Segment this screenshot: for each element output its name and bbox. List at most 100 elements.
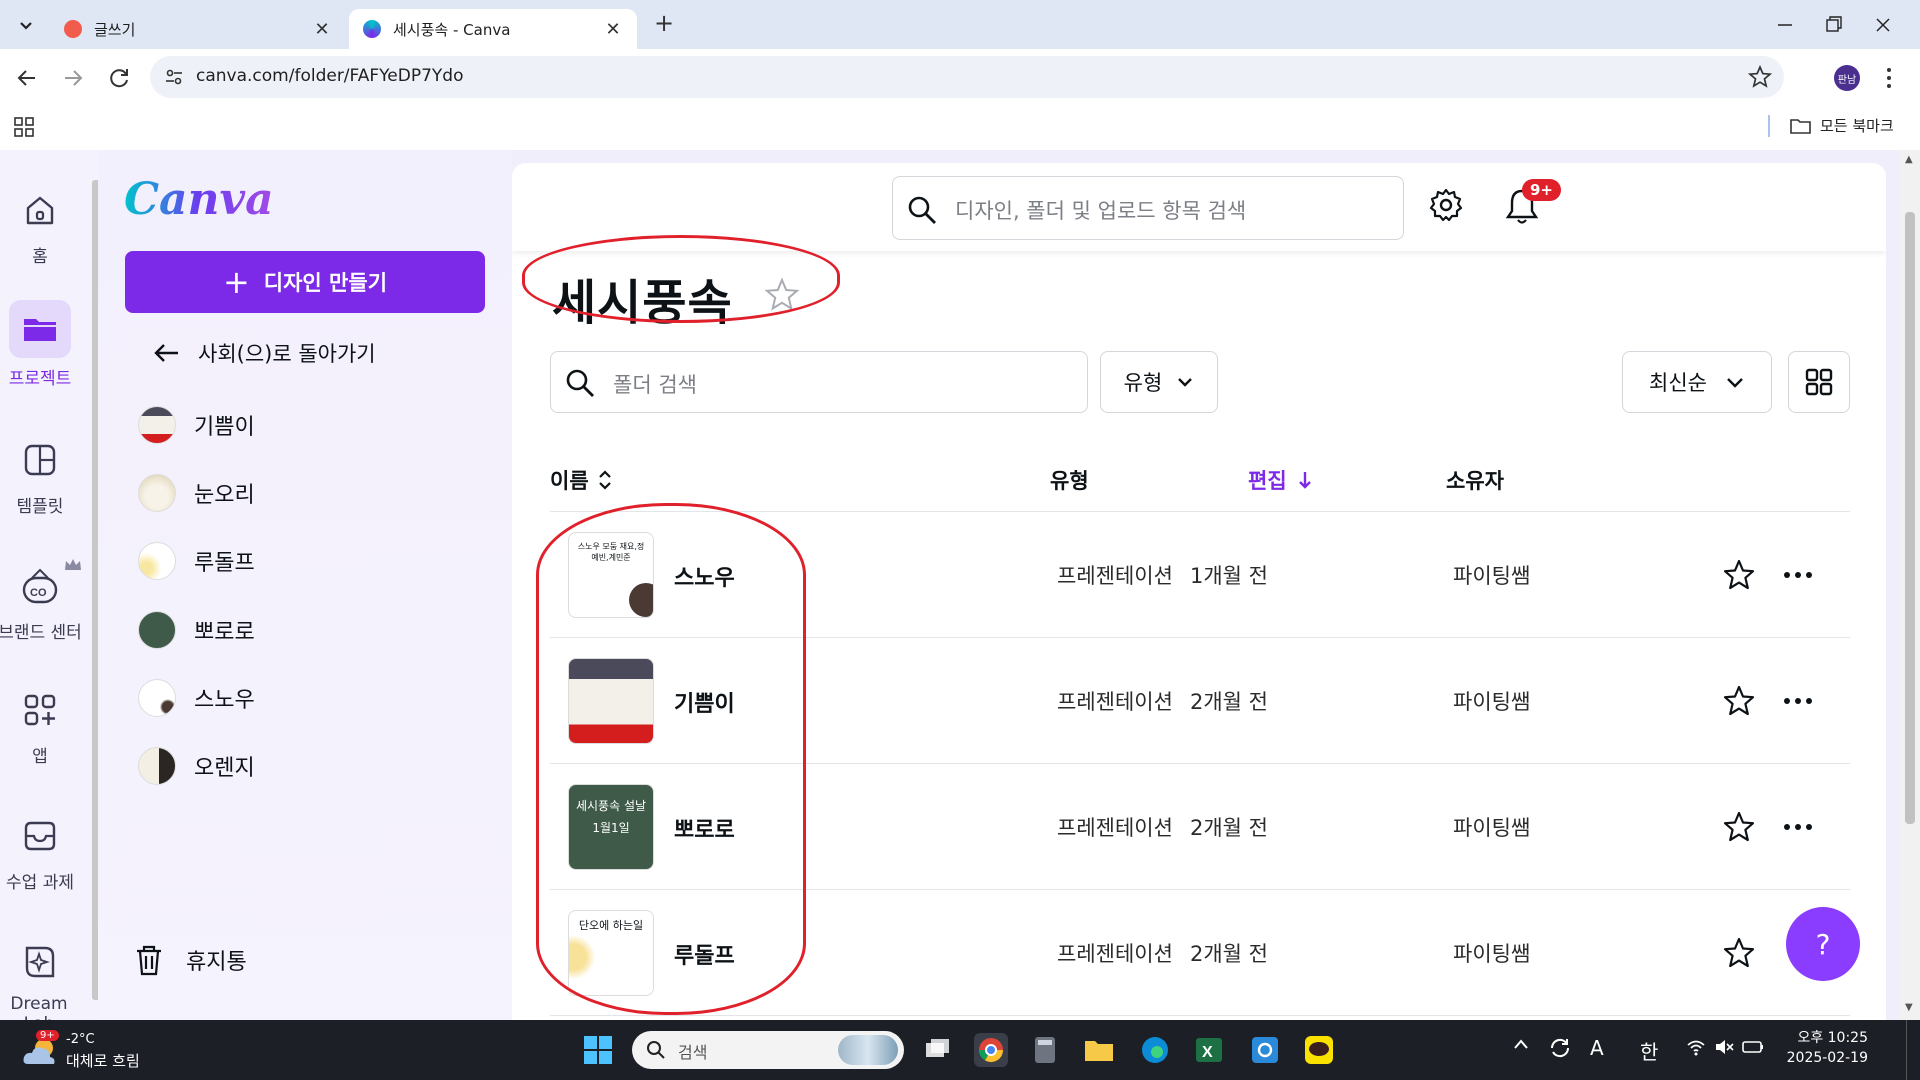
tab-search-button[interactable] <box>12 12 40 40</box>
side-item-gippeumi[interactable]: 기쁨이 <box>138 403 255 447</box>
side-item-pororo[interactable]: 뽀로로 <box>138 608 255 652</box>
chrome-icon <box>979 1038 1003 1063</box>
back-label: 사회(으)로 돌아가기 <box>198 342 376 366</box>
canva-app: 홈 프로젝트 템플릿 CO 브랜드 센터 앱 수업 과제 Dream Lab <box>0 150 1920 1034</box>
dreamlab-icon <box>25 946 55 978</box>
scroll-up-arrow[interactable]: ▲ <box>1905 154 1913 165</box>
star-outline-icon[interactable] <box>1722 684 1756 718</box>
back-button[interactable] <box>14 65 40 91</box>
more-options-icon[interactable] <box>1782 814 1814 840</box>
calculator-app[interactable] <box>1028 1033 1062 1067</box>
rail-item-assignments[interactable]: 수업 과제 <box>0 810 82 893</box>
taskview-app[interactable] <box>920 1033 954 1067</box>
side-item-snow[interactable]: 스노우 <box>138 676 255 720</box>
folder-search-input[interactable]: 폴더 검색 <box>550 351 1088 413</box>
close-window-button[interactable] <box>1868 10 1898 40</box>
notification-badge: 9+ <box>1522 179 1562 201</box>
tray-overflow-button[interactable] <box>1512 1038 1530 1050</box>
canva-favicon-icon <box>363 20 381 38</box>
apps-shortcut[interactable] <box>14 117 34 137</box>
minimize-button[interactable] <box>1770 10 1800 40</box>
notifications-button[interactable]: 9+ <box>1504 179 1562 225</box>
design-type: 프레젠테이션 <box>1057 942 1173 966</box>
grid-view-toggle[interactable] <box>1788 351 1850 413</box>
canva-logo[interactable]: Canva <box>124 174 274 225</box>
star-outline-icon[interactable] <box>1722 810 1756 844</box>
profile-avatar[interactable]: 판남 <box>1834 65 1860 91</box>
chevron-down-icon <box>1178 378 1193 387</box>
more-options-icon[interactable] <box>1782 688 1814 714</box>
weather-widget[interactable]: 9+ -2°C 대체로 흐림 <box>22 1030 152 1072</box>
rail-item-home[interactable]: 홈 <box>0 184 80 267</box>
network-volume-battery[interactable] <box>1686 1038 1764 1056</box>
edge-app[interactable] <box>1138 1033 1172 1067</box>
rail-item-brand[interactable]: CO 브랜드 센터 <box>0 559 88 643</box>
help-button[interactable]: ? <box>1786 907 1860 981</box>
rail-item-apps[interactable]: 앱 <box>0 684 80 767</box>
forward-button[interactable] <box>60 65 86 91</box>
side-item-label: 오렌지 <box>194 756 255 781</box>
kakaotalk-app[interactable] <box>1302 1033 1336 1067</box>
owner-name: 파이팅쌤 <box>1453 690 1531 714</box>
owner-name: 파이팅쌤 <box>1453 942 1531 966</box>
ime-mode-han[interactable]: 한 <box>1640 1036 1658 1065</box>
trash-link[interactable]: 휴지통 <box>134 944 247 976</box>
omnibox[interactable]: canva.com/folder/FAFYeDP7Ydo <box>150 56 1784 98</box>
design-type: 프레젠테이션 <box>1057 690 1173 714</box>
side-item-orange[interactable]: 오렌지 <box>138 744 255 788</box>
rail-item-templates[interactable]: 템플릿 <box>0 434 80 517</box>
side-item-nunori[interactable]: 눈오리 <box>138 471 255 515</box>
rail-label: 홈 <box>32 247 48 267</box>
tab-writing[interactable]: 글쓰기 ✕ <box>50 9 346 49</box>
hwp-app[interactable] <box>1248 1033 1282 1067</box>
column-header-type[interactable]: 유형 <box>1050 465 1089 495</box>
ime-mode-a[interactable]: A <box>1590 1036 1604 1060</box>
clock-time: 오후 10:25 <box>1797 1030 1868 1046</box>
type-filter-dropdown[interactable]: 유형 <box>1100 351 1218 413</box>
new-tab-button[interactable]: + <box>652 11 676 36</box>
site-settings-icon[interactable] <box>164 67 184 87</box>
show-desktop-button[interactable] <box>1906 1020 1920 1080</box>
side-item-label: 눈오리 <box>194 483 255 508</box>
all-bookmarks-button[interactable]: 모든 북마크 <box>1790 115 1894 136</box>
create-design-label: 디자인 만들기 <box>263 271 388 295</box>
tab-canva[interactable]: 세시풍속 - Canva ✕ <box>349 9 637 49</box>
design-type: 프레젠테이션 <box>1057 816 1173 840</box>
scroll-down-arrow[interactable]: ▼ <box>1905 1002 1913 1013</box>
star-outline-icon[interactable] <box>1722 936 1756 970</box>
rail-label: 앱 <box>32 747 48 767</box>
back-to-folder-link[interactable]: 사회(으)로 돌아가기 <box>152 338 376 368</box>
browser-menu-button[interactable] <box>1884 65 1894 91</box>
clock[interactable]: 오후 10:25 2025-02-19 <box>1780 1028 1868 1068</box>
side-item-rudolph[interactable]: 루돌프 <box>138 539 255 583</box>
close-icon[interactable]: ✕ <box>310 17 334 41</box>
weather-temp: -2°C <box>66 1032 95 1047</box>
more-options-icon[interactable] <box>1782 562 1814 588</box>
close-icon[interactable]: ✕ <box>601 17 625 41</box>
owner-name: 파이팅쌤 <box>1453 564 1531 588</box>
bookmark-star-icon[interactable] <box>1748 65 1772 89</box>
column-header-owner[interactable]: 소유자 <box>1446 465 1504 495</box>
start-button[interactable] <box>583 1035 613 1065</box>
star-outline-icon[interactable] <box>1722 558 1756 592</box>
scroll-thumb[interactable] <box>1905 212 1915 824</box>
folder-search-placeholder: 폴더 검색 <box>613 373 697 397</box>
taskbar-search[interactable]: 검색 <box>632 1031 904 1069</box>
column-header-edited[interactable]: 편집 <box>1248 465 1313 495</box>
rail-item-projects[interactable]: 프로젝트 <box>0 300 80 389</box>
chrome-app[interactable] <box>974 1033 1008 1067</box>
sync-tray-button[interactable] <box>1548 1036 1572 1060</box>
page-scrollbar[interactable]: ▲ ▼ <box>1900 150 1920 1020</box>
reload-button[interactable] <box>106 65 132 91</box>
global-search-input[interactable]: 디자인, 폴더 및 업로드 항목 검색 <box>892 176 1404 240</box>
edited-time: 2개월 전 <box>1190 816 1268 840</box>
maximize-button[interactable] <box>1818 10 1848 40</box>
svg-text:CO: CO <box>30 587 47 599</box>
file-explorer-app[interactable] <box>1082 1033 1116 1067</box>
excel-app[interactable]: X <box>1192 1033 1226 1067</box>
create-design-button[interactable]: + 디자인 만들기 <box>125 251 485 313</box>
settings-button[interactable] <box>1428 187 1464 223</box>
column-header-name[interactable]: 이름 <box>550 465 613 495</box>
url-text[interactable]: canva.com/folder/FAFYeDP7Ydo <box>196 66 463 86</box>
sort-dropdown[interactable]: 최신순 <box>1622 351 1772 413</box>
